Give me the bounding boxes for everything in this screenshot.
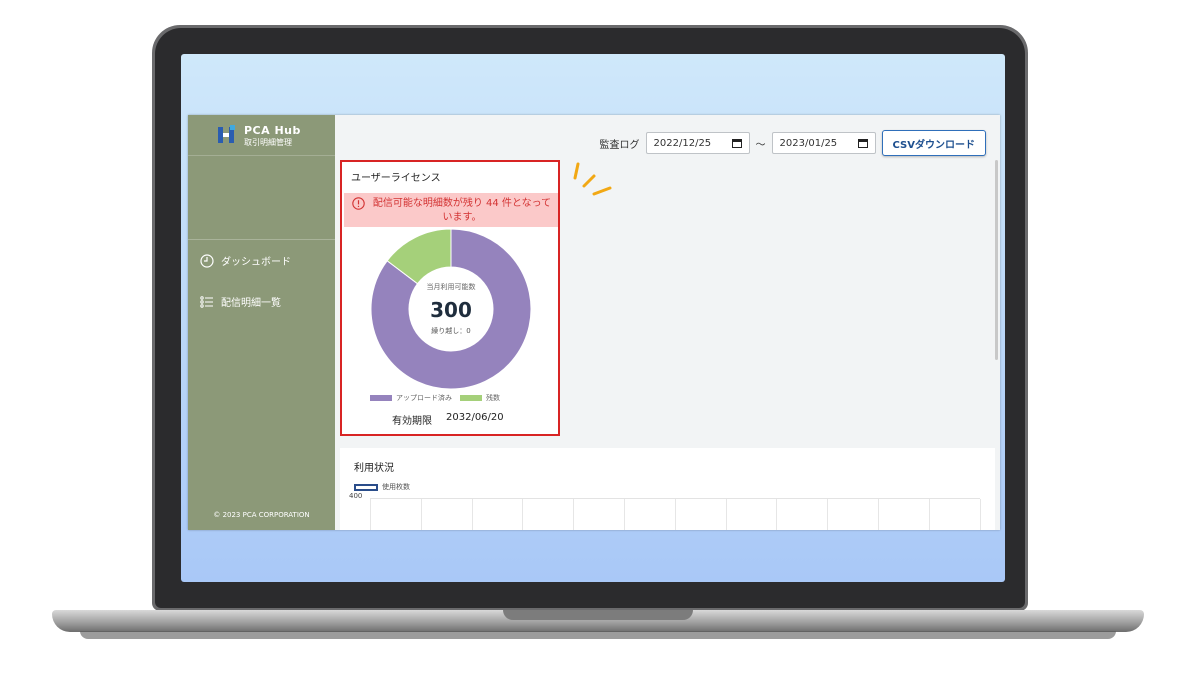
sidebar-item-label: 配信明細一覧: [221, 298, 281, 309]
logo-subtitle: 取引明細管理: [244, 138, 292, 147]
expiry-date: 2032/06/20: [446, 412, 504, 423]
license-donut-chart: 当月利用可能数 300 繰り越し：0: [370, 228, 532, 390]
legend-swatch: [354, 483, 378, 491]
laptop-notch: [503, 610, 693, 620]
sidebar: PCA Hub 取引明細管理 ダッシュボード 配信明細一覧 © 2023 PCA…: [188, 115, 335, 530]
calendar-icon[interactable]: [731, 138, 742, 148]
legend-item-uploaded: アップロード済み: [370, 393, 452, 403]
grid-line: [674, 499, 676, 530]
date-from-value: 2022/12/25: [653, 137, 712, 149]
date-to-value: 2023/01/25: [779, 137, 838, 149]
grid-line: [776, 499, 778, 530]
legend-swatch: [370, 395, 392, 401]
pca-hub-logo-icon: [218, 125, 235, 143]
date-from-input[interactable]: 2022/12/25: [645, 132, 750, 154]
audit-log-label: 監査ログ: [599, 139, 640, 151]
legend-label: 使用枚数: [382, 483, 410, 491]
card-title: ユーザーライセンス: [351, 173, 441, 184]
grid-line: [420, 499, 422, 530]
carryover-label: 繰り越し：0: [431, 326, 470, 335]
grid-line: [522, 499, 524, 530]
main-content: 監査ログ 2022/12/25 ～ 2023/01/25 CSVダウンロード ユ…: [335, 115, 1000, 530]
legend-item-remaining: 残数: [460, 393, 500, 403]
legend-swatch: [460, 395, 482, 401]
donut-center-label: 当月利用可能数: [427, 282, 476, 291]
csv-download-button[interactable]: CSVダウンロード: [881, 130, 986, 156]
grid-line: [928, 499, 930, 530]
usage-title: 利用状況: [354, 463, 394, 474]
scrollbar[interactable]: [995, 160, 998, 360]
legend-label: 残数: [486, 394, 500, 402]
grid-line: [471, 499, 473, 530]
grid-line: [624, 499, 625, 530]
audit-toolbar: 監査ログ 2022/12/25 ～ 2023/01/25 CSVダウンロード: [600, 130, 986, 156]
list-icon: [200, 295, 213, 308]
logo[interactable]: PCA Hub 取引明細管理: [188, 115, 335, 156]
sidebar-item-label: ダッシュボード: [221, 257, 291, 268]
date-range-separator: ～: [755, 139, 766, 151]
attention-sparks-icon: [573, 162, 612, 196]
donut-center-value: 300: [430, 298, 472, 322]
date-to-input[interactable]: 2023/01/25: [771, 132, 876, 154]
logo-title: PCA Hub: [244, 124, 301, 137]
grid-line: [370, 499, 371, 530]
calendar-icon[interactable]: [857, 138, 868, 148]
grid-line: [725, 499, 727, 530]
copyright-footer: © 2023 PCA CORPORATION: [213, 511, 310, 519]
user-license-card: ユーザーライセンス 配信可能な明細数が残り 44 件となっています。 当月利用可…: [340, 160, 560, 436]
sidebar-item-dashboard[interactable]: ダッシュボード: [200, 253, 291, 268]
usage-legend: 使用枚数: [354, 482, 410, 492]
alert-text: 配信可能な明細数が残り 44 件となっています。: [372, 198, 552, 223]
license-alert: 配信可能な明細数が残り 44 件となっています。: [344, 193, 558, 227]
grid-line: [979, 499, 981, 530]
grid-line: [878, 499, 879, 530]
sidebar-item-statements[interactable]: 配信明細一覧: [200, 294, 281, 309]
donut-legend: アップロード済み 残数: [370, 393, 500, 403]
legend-label: アップロード済み: [396, 394, 452, 402]
laptop-shadow: [80, 631, 1116, 639]
usage-chart-grid: [370, 498, 981, 530]
grid-line: [573, 499, 575, 530]
clock-icon: [200, 253, 214, 268]
grid-line: [827, 499, 829, 530]
y-axis-tick: 400: [349, 492, 363, 500]
expiry-row: 有効期限 2032/06/20: [392, 412, 504, 427]
sidebar-divider: [188, 239, 335, 240]
usage-card: 利用状況 使用枚数 400: [340, 448, 995, 530]
warning-icon: [352, 197, 365, 210]
expiry-label: 有効期限: [392, 416, 432, 427]
